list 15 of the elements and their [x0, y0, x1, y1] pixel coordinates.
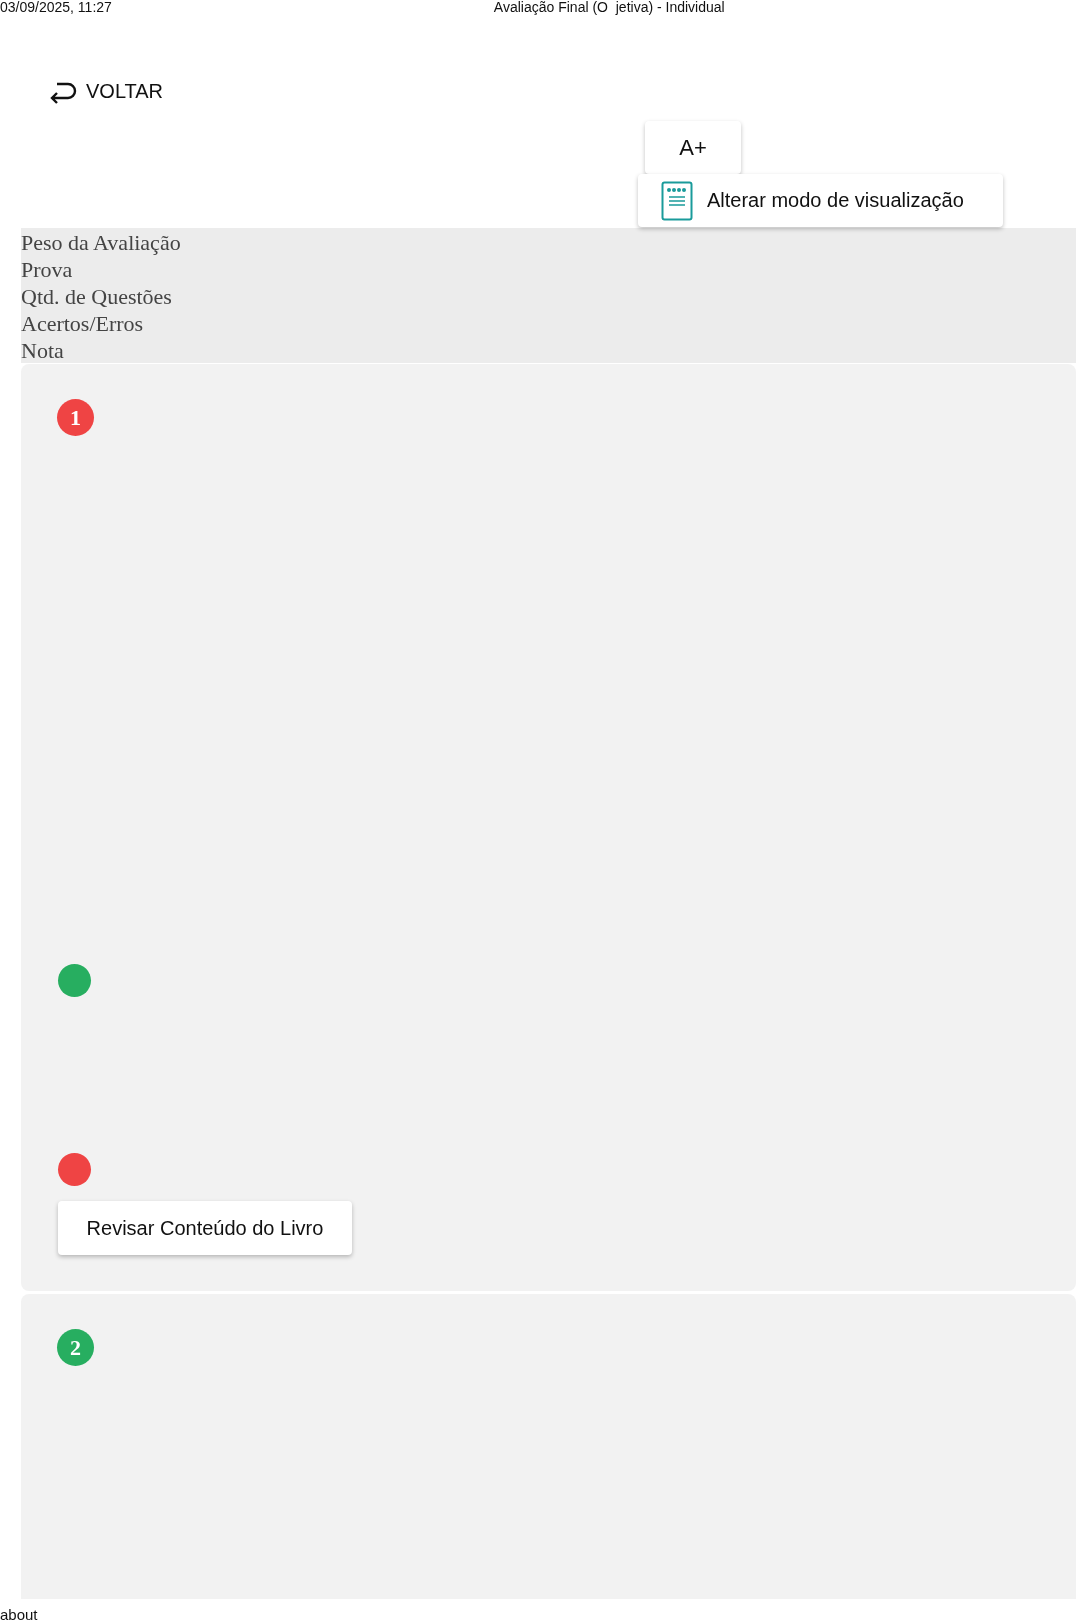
summary-label: Qtd. de Questões [21, 283, 173, 310]
print-title: Avaliação Final (O jetiva) - Individual [493, 0, 725, 15]
question-number: 1 [57, 399, 94, 436]
summary-label: Peso da Avaliação [21, 229, 182, 256]
back-link[interactable]: VOLTAR [48, 77, 164, 105]
summary-label: Nota [21, 337, 65, 364]
summary-label: Prova [21, 256, 74, 283]
review-button[interactable]: Revisar Conteúdo do Livro [58, 1201, 352, 1255]
print-date: 03/09/2025, 11:27 [0, 0, 112, 15]
print-footer: about [0, 1607, 1076, 1620]
font-size-button[interactable]: A+ [645, 121, 741, 174]
view-mode-button[interactable]: Alterar modo de visualização [638, 174, 1003, 227]
summary-label: Acertos/Erros [21, 310, 145, 337]
document-icon [661, 180, 693, 221]
question-number: 2 [57, 1329, 94, 1366]
